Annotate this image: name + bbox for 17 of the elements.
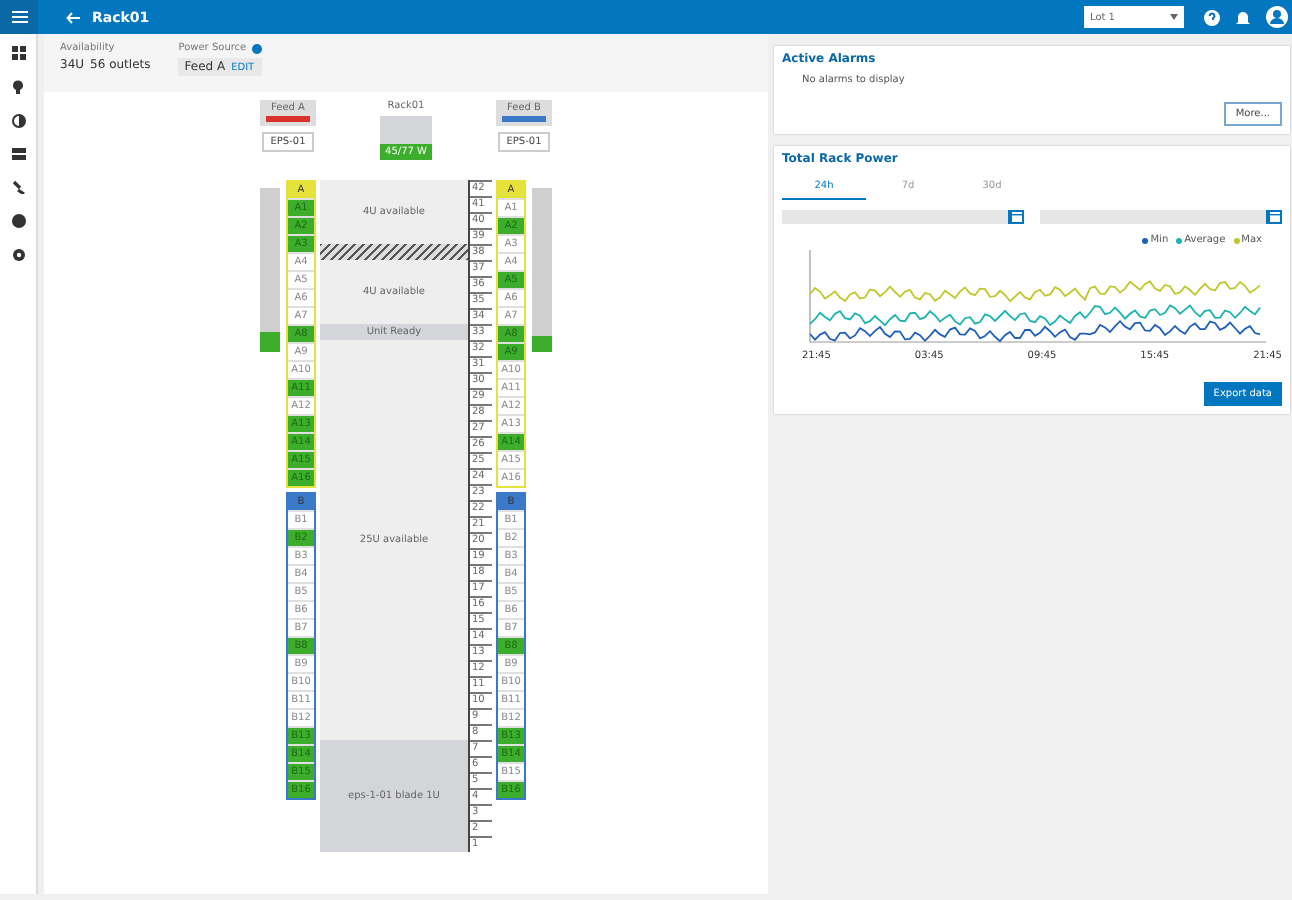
caret-icon [1170, 14, 1178, 20]
date-field[interactable] [782, 210, 1024, 224]
contrast-icon[interactable] [11, 114, 25, 128]
menu-button[interactable] [0, 0, 38, 34]
bell-icon[interactable] [1236, 9, 1250, 25]
date-field[interactable] [1040, 210, 1282, 224]
user-avatar-icon[interactable] [1266, 6, 1288, 28]
server-icon[interactable] [11, 148, 25, 160]
calendar-icon [1011, 212, 1021, 222]
bulb-icon[interactable] [12, 80, 24, 94]
gear-icon[interactable] [11, 248, 25, 262]
help-icon[interactable] [1204, 9, 1220, 25]
help-icon[interactable] [252, 43, 263, 53]
grid-icon[interactable] [11, 46, 25, 60]
menu-icon [11, 10, 27, 24]
back-arrow-icon [66, 11, 80, 23]
calendar-icon [1269, 212, 1279, 222]
